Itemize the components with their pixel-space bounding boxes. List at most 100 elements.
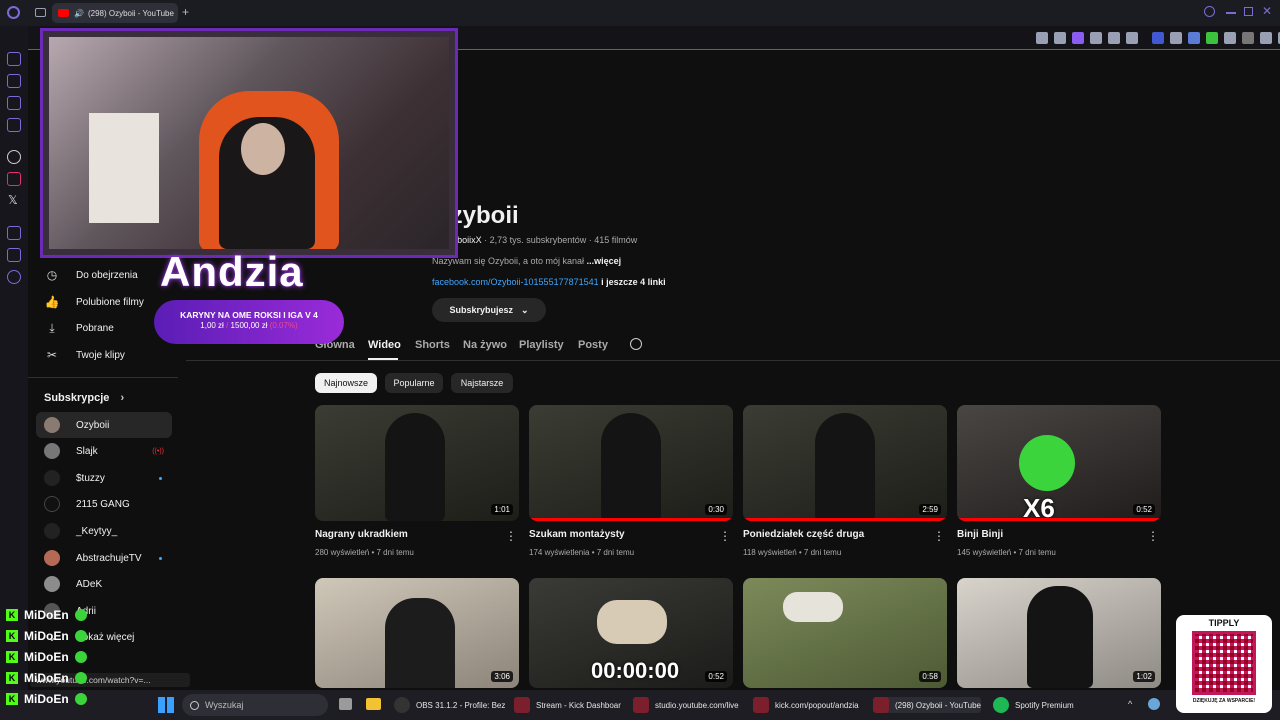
subscribe-button[interactable]: Subskrybujesz ⌄ <box>432 298 546 322</box>
video-thumbnail[interactable]: 0:58 <box>743 578 947 688</box>
sidebar-sub-2115-gang[interactable]: 2115 GANG <box>36 491 172 517</box>
taskbar-search[interactable]: Wyszukaj <box>182 694 328 716</box>
tab-videos[interactable]: Wideo <box>368 339 401 351</box>
sidebar-sub-tuzzy[interactable]: $tuzzy <box>36 465 172 491</box>
play-icon[interactable] <box>1108 32 1120 44</box>
mail-icon[interactable] <box>7 118 21 132</box>
extension-shield-icon[interactable] <box>1152 32 1164 44</box>
video-card[interactable]: 1:01 Nagrany ukradkiem 280 wyświetleń • … <box>315 405 519 557</box>
browser-icon <box>753 697 769 713</box>
extensions-icon[interactable] <box>7 248 21 262</box>
video-thumbnail[interactable]: 2:59 <box>743 405 947 521</box>
player-icon[interactable] <box>7 226 21 240</box>
windows-start-icon[interactable] <box>158 697 174 713</box>
video-thumbnail[interactable]: 00:00:00 0:52 <box>529 578 733 688</box>
sidebar-sub-ozyboii[interactable]: Ozyboii <box>36 412 172 438</box>
taskbar-app-spotify[interactable]: Spotify Premium <box>993 697 1074 713</box>
minimize-button[interactable] <box>1226 12 1236 14</box>
channel-search-icon[interactable] <box>630 338 642 350</box>
video-card[interactable]: 0:30 Szukam montażysty 174 wyświetlenia … <box>529 405 733 557</box>
maximize-button[interactable] <box>1244 7 1253 16</box>
more-options-icon[interactable]: ⋮ <box>1147 529 1159 543</box>
chatgpt-icon[interactable] <box>7 150 21 164</box>
heart-icon[interactable] <box>1126 32 1138 44</box>
video-card[interactable]: 2:59 Poniedziałek część druga 118 wyświe… <box>743 405 947 557</box>
sidebar-item-downloads[interactable]: ⤓ Pobrane <box>36 315 172 341</box>
taskbar-app-kick-dashboard[interactable]: Stream - Kick Dashboar <box>514 697 621 713</box>
easy-setup-icon[interactable] <box>1090 32 1102 44</box>
sidebar-item-watch-later[interactable]: ◷ Do obejrzenia <box>36 262 172 288</box>
extension-cloud-icon[interactable] <box>1170 32 1182 44</box>
video-title[interactable]: Poniedziałek część druga <box>743 529 947 540</box>
video-card[interactable]: X6 0:52 Binji Binji 145 wyświetleń • 7 d… <box>957 405 1161 557</box>
profile-avatar-icon[interactable] <box>1242 32 1254 44</box>
close-window-button[interactable]: ✕ <box>1262 4 1272 18</box>
settings-gear-icon[interactable] <box>7 270 21 284</box>
taskbar-app-youtube[interactable]: (298) Ozyboii - YouTube <box>873 697 981 713</box>
chip-popular[interactable]: Popularne <box>385 373 443 393</box>
taskbar-app-obs[interactable]: OBS 31.1.2 - Profile: Bez <box>394 697 505 713</box>
extension-green-icon[interactable] <box>1206 32 1218 44</box>
channel-link[interactable]: facebook.com/Ozyboii-101555177871541 <box>432 277 599 287</box>
sidebar-item-clips[interactable]: ✂ Twoje klipy <box>36 342 172 368</box>
tab-posts[interactable]: Posty <box>578 339 608 351</box>
steam-tray-icon[interactable] <box>1148 698 1160 710</box>
messenger-icon[interactable] <box>7 96 21 110</box>
sidebar-sub-slajk[interactable]: Slajk ((•)) <box>36 438 172 464</box>
video-card[interactable]: 3:06 <box>315 578 519 688</box>
video-card[interactable]: 00:00:00 0:52 <box>529 578 733 688</box>
dog-figure <box>783 592 843 622</box>
tab-live[interactable]: Na żywo <box>463 339 507 351</box>
video-title[interactable]: Nagrany ukradkiem <box>315 529 519 540</box>
video-thumbnail[interactable]: 0:30 <box>529 405 733 521</box>
video-card[interactable]: 1:02 <box>957 578 1161 688</box>
instagram-icon[interactable] <box>7 172 21 186</box>
tray-chevron-icon[interactable]: ^ <box>1128 699 1132 709</box>
avatar <box>44 576 60 592</box>
aria-icon[interactable] <box>7 74 21 88</box>
new-tab-button[interactable]: + <box>182 5 189 19</box>
sidebar-item-label: Pobrane <box>76 322 114 334</box>
video-thumbnail[interactable]: 1:02 <box>957 578 1161 688</box>
chip-oldest[interactable]: Najstarsze <box>451 373 513 393</box>
browser-tab[interactable]: 🔊 (298) Ozyboii - YouTube <box>52 3 178 23</box>
taskbar-app-yt-studio[interactable]: studio.youtube.com/live <box>633 697 739 713</box>
channel-description[interactable]: Nazywam się Ozyboii, a oto mój kanał ...… <box>432 256 621 266</box>
tab-shorts[interactable]: Shorts <box>415 339 450 351</box>
video-title[interactable]: Szukam montażysty <box>529 529 733 540</box>
bookmark-icon[interactable] <box>1036 32 1048 44</box>
history-icon[interactable] <box>7 52 21 66</box>
video-thumbnail[interactable]: 1:01 <box>315 405 519 521</box>
avatar <box>44 417 60 433</box>
extension-window-icon[interactable] <box>1188 32 1200 44</box>
x-icon[interactable]: 𝕏 <box>8 193 18 207</box>
sidebar-item-liked[interactable]: 👍 Polubione filmy <box>36 289 172 315</box>
video-card[interactable]: 0:58 <box>743 578 947 688</box>
file-explorer-icon[interactable] <box>366 698 381 710</box>
person-figure <box>815 413 875 521</box>
vpn-shield-icon[interactable] <box>1072 32 1084 44</box>
search-tabs-icon[interactable] <box>1204 6 1215 17</box>
chip-newest[interactable]: Najnowsze <box>315 373 377 393</box>
video-thumbnail[interactable]: X6 0:52 <box>957 405 1161 521</box>
sidebar-sub-keytyy[interactable]: _Keytyy_ <box>36 518 172 544</box>
task-view-icon[interactable] <box>339 698 352 710</box>
video-age: 7 dni temu <box>376 548 414 557</box>
sidebar-sub-adek[interactable]: ADeK <box>36 571 172 597</box>
video-title[interactable]: Binji Binji <box>957 529 1161 540</box>
snapshot-icon[interactable] <box>1054 32 1066 44</box>
tab-playlists[interactable]: Playlisty <box>519 339 564 351</box>
taskbar-app-kick-popout[interactable]: kick.com/popout/andzia <box>753 697 859 713</box>
video-thumbnail[interactable]: 3:06 <box>315 578 519 688</box>
extensions-puzzle-icon[interactable] <box>1224 32 1236 44</box>
more-options-icon[interactable]: ⋮ <box>933 529 945 543</box>
more-options-icon[interactable]: ⋮ <box>505 529 517 543</box>
download-icon[interactable] <box>1260 32 1272 44</box>
more-links[interactable]: i jeszcze 4 linki <box>601 277 666 287</box>
opera-logo-icon[interactable] <box>7 6 20 19</box>
subscriptions-header[interactable]: Subskrypcje › <box>44 392 124 404</box>
sidebar-sub-abstrachujetv[interactable]: AbstrachujeTV <box>36 545 172 571</box>
person-face <box>241 123 285 175</box>
more-options-icon[interactable]: ⋮ <box>719 529 731 543</box>
workspaces-icon[interactable] <box>35 8 46 17</box>
